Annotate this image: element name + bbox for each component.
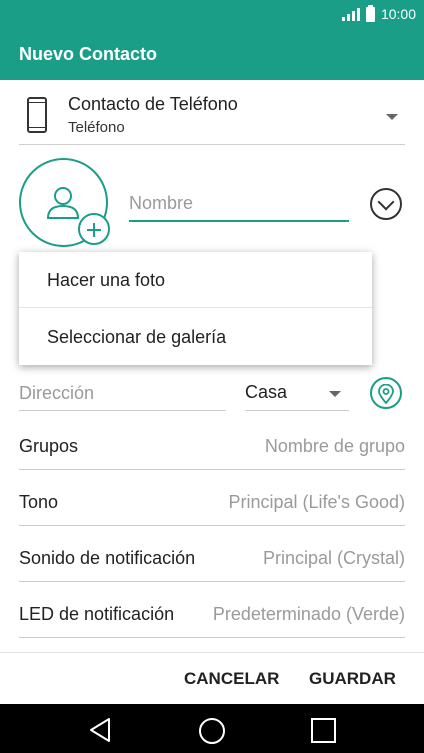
menu-item-select-gallery[interactable]: Seleccionar de galería <box>19 309 372 365</box>
dropdown-arrow-icon <box>329 391 341 397</box>
signal-icon <box>341 7 360 21</box>
notification-led-value: Predeterminado (Verde) <box>212 604 405 624</box>
account-title: Contacto de Teléfono <box>68 94 238 114</box>
name-input[interactable] <box>129 188 349 218</box>
groups-value: Nombre de grupo <box>264 436 405 456</box>
home-icon[interactable] <box>199 718 225 744</box>
phone-icon <box>27 97 47 133</box>
save-button[interactable]: GUARDAR <box>309 669 396 689</box>
account-subtitle: Teléfono <box>68 119 125 136</box>
notification-led-row[interactable]: LED de notificación Predeterminado (Verd… <box>19 595 405 638</box>
notification-led-label: LED de notificación <box>19 604 175 624</box>
address-field[interactable] <box>19 377 226 411</box>
add-photo-icon[interactable] <box>78 213 110 245</box>
battery-icon <box>365 4 375 22</box>
status-bar: 10:00 <box>0 0 424 30</box>
address-type-dropdown[interactable]: Casa <box>245 377 349 411</box>
address-type-label: Casa <box>245 382 288 402</box>
status-icons: 10:00 <box>341 4 416 22</box>
photo-options-menu: Hacer una foto Seleccionar de galería <box>19 252 372 365</box>
notification-sound-label: Sonido de notificación <box>19 548 196 568</box>
ringtone-value: Principal (Life's Good) <box>228 492 405 512</box>
groups-row[interactable]: Grupos Nombre de grupo <box>19 427 405 470</box>
expand-name-button[interactable] <box>370 188 402 220</box>
status-time: 10:00 <box>380 6 416 22</box>
page-title: Nuevo Contacto <box>19 44 158 64</box>
ringtone-label: Tono <box>19 492 59 512</box>
location-pin-icon <box>378 384 394 404</box>
account-selector[interactable]: Contacto de Teléfono Teléfono <box>19 88 405 145</box>
name-field[interactable] <box>129 188 349 222</box>
menu-item-take-photo[interactable]: Hacer una foto <box>19 252 372 308</box>
groups-label: Grupos <box>19 436 79 456</box>
location-button[interactable] <box>370 377 402 409</box>
ringtone-row[interactable]: Tono Principal (Life's Good) <box>19 483 405 526</box>
cancel-button[interactable]: CANCELAR <box>184 669 279 689</box>
bottom-actions: CANCELAR GUARDAR <box>0 652 424 704</box>
back-icon[interactable] <box>88 717 112 743</box>
address-input[interactable] <box>19 377 226 409</box>
notification-sound-row[interactable]: Sonido de notificación Principal (Crysta… <box>19 539 405 582</box>
app-bar: Nuevo Contacto <box>0 30 424 80</box>
notification-sound-value: Principal (Crystal) <box>262 548 405 568</box>
recent-apps-icon[interactable] <box>311 718 336 743</box>
navigation-bar <box>0 704 424 753</box>
dropdown-arrow-icon <box>386 114 398 120</box>
